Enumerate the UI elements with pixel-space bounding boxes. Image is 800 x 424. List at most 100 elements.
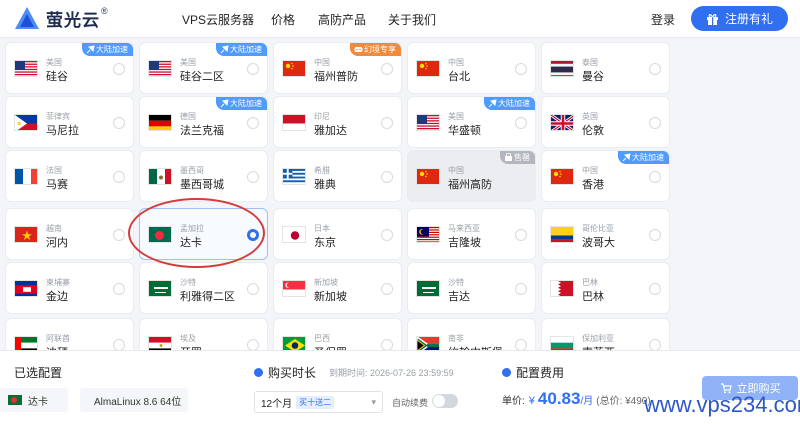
- br-flag-icon: [282, 336, 306, 350]
- login-link[interactable]: 登录: [651, 11, 675, 28]
- region-radio[interactable]: [381, 229, 393, 241]
- region-radio[interactable]: [113, 339, 125, 350]
- ph-flag-icon: [14, 114, 38, 131]
- region-city: 马尼拉: [46, 125, 79, 137]
- uk-flag-icon: [550, 114, 574, 131]
- region-card[interactable]: 越南 河内: [5, 208, 134, 260]
- region-radio[interactable]: [113, 283, 125, 295]
- duration-select[interactable]: 12个月 买十送二 ▾: [254, 391, 383, 413]
- region-country: 南非: [448, 334, 464, 343]
- region-radio[interactable]: [113, 229, 125, 241]
- region-city: 利雅得二区: [180, 291, 235, 303]
- region-radio[interactable]: [515, 117, 527, 129]
- region-card[interactable]: 菲律宾 马尼拉: [5, 96, 134, 148]
- promo-tag: 买十送二: [296, 395, 335, 409]
- region-card[interactable]: 法国 马赛: [5, 150, 134, 202]
- region-card[interactable]: 沙特 利雅得二区: [139, 262, 268, 314]
- region-city: 硅谷二区: [180, 71, 224, 83]
- region-card[interactable]: 中国 福州普防 幻境专享: [273, 42, 402, 94]
- region-radio[interactable]: [649, 63, 661, 75]
- region-card[interactable]: 新加坡 新加坡: [273, 262, 402, 314]
- region-card[interactable]: 美国 硅谷 大陆加速: [5, 42, 134, 94]
- region-country: 巴林: [582, 278, 598, 287]
- region-city: 福州高防: [448, 179, 492, 191]
- region-radio[interactable]: [649, 339, 661, 350]
- region-city: 吉隆坡: [448, 237, 481, 249]
- fr-flag-icon: [14, 168, 38, 185]
- region-radio[interactable]: [247, 283, 259, 295]
- za-flag-icon: [416, 336, 440, 350]
- region-city: 香港: [582, 179, 604, 191]
- brand-logo[interactable]: 萤光云 ®: [14, 5, 108, 31]
- region-country: 印尼: [314, 112, 330, 121]
- region-card[interactable]: 德国 法兰克福 大陆加速: [139, 96, 268, 148]
- selected-os-chip: AlmaLinux 8.6 64位: [80, 388, 188, 412]
- region-grid: 美国 硅谷 大陆加速 美国 硅谷二区 大陆加速 中国 福州普防 幻境专享 中国 台北 泰国 曼谷 菲律宾马…: [0, 38, 800, 350]
- bh-flag-icon: [550, 280, 574, 297]
- region-card[interactable]: 英国 伦敦: [541, 96, 670, 148]
- bangladesh-flag-icon: [8, 395, 22, 405]
- region-radio[interactable]: [113, 171, 125, 183]
- bg-flag-icon: [550, 336, 574, 350]
- region-country: 德国: [180, 112, 196, 121]
- region-radio[interactable]: [649, 171, 661, 183]
- region-card[interactable]: 哥伦比亚 波哥大: [541, 208, 670, 260]
- region-radio[interactable]: [381, 171, 393, 183]
- region-radio[interactable]: [247, 63, 259, 75]
- region-card[interactable]: 美国 华盛顿 大陆加速: [407, 96, 536, 148]
- register-button[interactable]: 注册有礼: [691, 6, 788, 31]
- nav-about[interactable]: 关于我们: [388, 11, 436, 28]
- region-radio[interactable]: [515, 283, 527, 295]
- fee-dot-icon: [502, 368, 511, 377]
- region-radio[interactable]: [113, 117, 125, 129]
- region-card[interactable]: 柬埔寨 金边: [5, 262, 134, 314]
- region-radio[interactable]: [381, 117, 393, 129]
- region-card[interactable]: 阿联酋迪拜: [5, 318, 134, 350]
- selected-region-chip: 达卡: [0, 388, 68, 412]
- registered-mark: ®: [101, 6, 108, 16]
- region-card[interactable]: 马来西亚 吉隆坡: [407, 208, 536, 260]
- region-radio[interactable]: [113, 63, 125, 75]
- region-card[interactable]: 希腊 雅典: [273, 150, 402, 202]
- chevron-down-icon: ▾: [371, 396, 376, 407]
- region-card[interactable]: 中国 台北: [407, 42, 536, 94]
- region-radio[interactable]: [515, 63, 527, 75]
- region-badge: 大陆加速: [484, 97, 535, 110]
- expire-time: 到期时间: 2026-07-26 23:59:59: [329, 368, 454, 378]
- region-card[interactable]: 埃及开罗: [139, 318, 268, 350]
- region-country: 美国: [180, 58, 196, 67]
- region-card[interactable]: 墨西哥 墨西哥城: [139, 150, 268, 202]
- region-radio[interactable]: [381, 283, 393, 295]
- auto-renew-toggle[interactable]: [432, 394, 458, 408]
- nav-vps[interactable]: VPS云服务器: [182, 11, 254, 28]
- region-city: 墨西哥城: [180, 179, 224, 191]
- region-badge: 大陆加速: [82, 43, 133, 56]
- region-radio[interactable]: [247, 339, 259, 350]
- co-flag-icon: [550, 226, 574, 243]
- region-card[interactable]: 美国 硅谷二区 大陆加速: [139, 42, 268, 94]
- region-radio[interactable]: [649, 283, 661, 295]
- region-card[interactable]: 日本 东京: [273, 208, 402, 260]
- region-card[interactable]: 保加利亚索菲亚: [541, 318, 670, 350]
- region-card[interactable]: 巴西圣保罗: [273, 318, 402, 350]
- selected-config-title: 已选配置: [14, 366, 63, 380]
- region-radio[interactable]: [381, 339, 393, 350]
- region-city: 硅谷: [46, 71, 68, 83]
- nav-ddos-products[interactable]: 高防产品: [318, 11, 366, 28]
- region-radio[interactable]: [247, 171, 259, 183]
- monthly-price: 40.83: [537, 389, 581, 408]
- region-radio[interactable]: [515, 229, 527, 241]
- region-city: 马赛: [46, 179, 68, 191]
- region-radio[interactable]: [515, 339, 527, 350]
- region-radio[interactable]: [381, 63, 393, 75]
- region-card[interactable]: 泰国 曼谷: [541, 42, 670, 94]
- region-card[interactable]: 南非约翰内斯堡: [407, 318, 536, 350]
- nav-pricing[interactable]: 价格: [271, 11, 295, 28]
- region-card[interactable]: 印尼 雅加达: [273, 96, 402, 148]
- region-card[interactable]: 沙特 吉达: [407, 262, 536, 314]
- region-card[interactable]: 巴林 巴林: [541, 262, 670, 314]
- region-radio[interactable]: [649, 229, 661, 241]
- region-radio[interactable]: [649, 117, 661, 129]
- region-card[interactable]: 中国 香港 大陆加速: [541, 150, 670, 202]
- region-radio[interactable]: [247, 117, 259, 129]
